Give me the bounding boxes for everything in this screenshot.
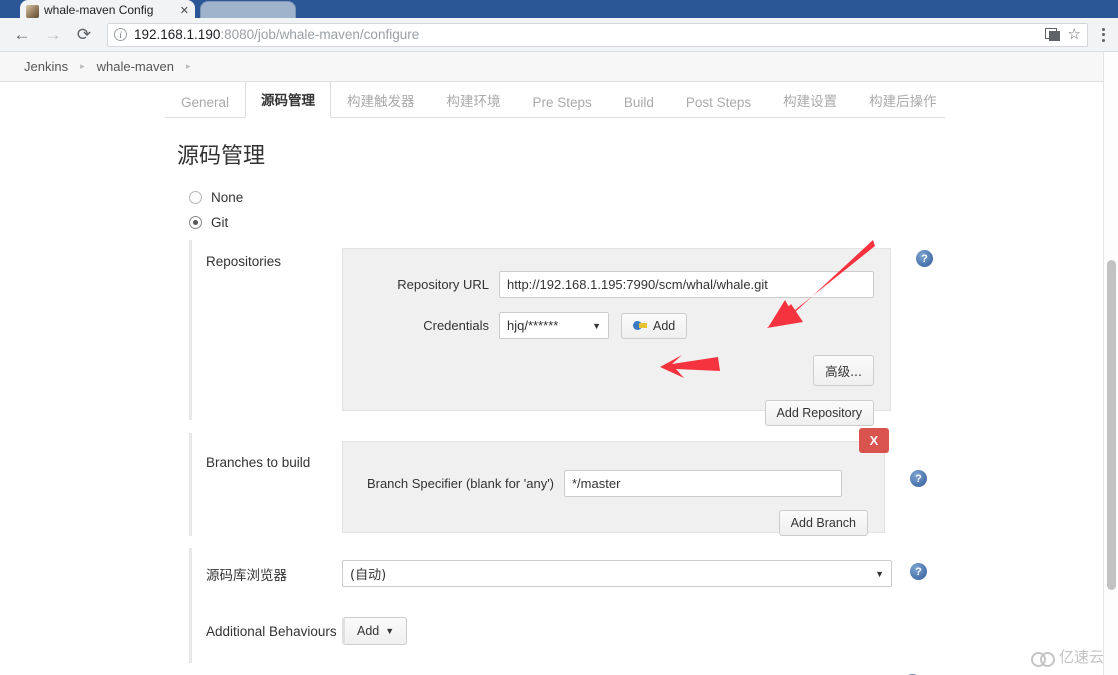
tab-build[interactable]: Build: [608, 87, 670, 118]
help-icon-repositories[interactable]: ?: [916, 250, 933, 267]
radio-icon[interactable]: [189, 191, 202, 204]
repository-group: Repository URL http://192.168.1.195:7990…: [342, 248, 891, 426]
additional-behaviours-add-label: Add: [357, 624, 380, 638]
chevron-down-icon: ▼: [385, 626, 395, 636]
breadcrumb-item-whale-maven[interactable]: whale-maven: [87, 59, 184, 74]
help-icon-repository-browser[interactable]: ?: [910, 563, 927, 580]
add-repository-button[interactable]: Add Repository: [764, 400, 874, 426]
radio-label-git: Git: [211, 215, 229, 230]
breadcrumb-item-jenkins[interactable]: Jenkins: [14, 59, 78, 74]
radio-scm-none[interactable]: None: [189, 190, 945, 205]
radio-label-none: None: [211, 190, 244, 205]
section-repositories: Repositories Repository URL http://192.1…: [189, 240, 945, 426]
tab-post-steps[interactable]: Post Steps: [670, 87, 767, 118]
scm-panel: 源码管理 None Git Repositories Repository UR…: [165, 118, 945, 675]
browser-tab-whale-maven-config[interactable]: whale-maven Config ✕: [20, 0, 195, 18]
help-icon-branches[interactable]: ?: [910, 470, 927, 487]
radio-icon-selected[interactable]: [189, 216, 202, 229]
tab-build-settings[interactable]: 构建设置: [767, 82, 853, 118]
browser-tab-title: whale-maven Config: [44, 3, 154, 17]
add-branch-button[interactable]: Add Branch: [778, 510, 868, 536]
row-add-branch: Add Branch: [359, 510, 868, 536]
address-bar-actions: ☆: [1037, 27, 1081, 42]
browser-tabstrip: whale-maven Config ✕: [0, 0, 1118, 18]
page-title: 源码管理: [177, 144, 266, 169]
close-icon[interactable]: ✕: [180, 4, 189, 18]
chevron-down-icon: ▼: [592, 320, 601, 331]
section-label-branches: Branches to build: [206, 455, 311, 470]
label-credentials: Credentials: [423, 318, 489, 333]
page-scrollbar[interactable]: [1103, 52, 1118, 675]
scrollbar-thumb[interactable]: [1107, 260, 1116, 590]
row-add-repository: Add Repository: [359, 400, 874, 426]
credentials-value: hjq/******: [507, 318, 559, 333]
add-credentials-label: Add: [653, 318, 676, 333]
page-content: General 源码管理 构建触发器 构建环境 Pre Steps Build …: [0, 81, 1118, 675]
site-info-icon[interactable]: i: [114, 28, 127, 41]
tab-build-triggers[interactable]: 构建触发器: [331, 82, 431, 118]
section-repository-browser: 源码库浏览器 (自动) ▼ ? Additional Behaviours Ad…: [189, 548, 945, 663]
breadcrumb: Jenkins ▸ whale-maven ▸: [0, 52, 1118, 82]
repositories-body: Repository URL http://192.168.1.195:7990…: [342, 240, 951, 426]
row-additional-behaviours: Additional Behaviours Add ▼: [192, 599, 945, 663]
reload-icon[interactable]: ⟳: [70, 21, 98, 49]
branches-body: Branch Specifier (blank for 'any') */mas…: [342, 428, 945, 536]
delete-branch-button[interactable]: X: [859, 428, 889, 453]
tab-build-environment[interactable]: 构建环境: [431, 82, 517, 118]
address-bar-url: 192.168.1.190:8080/job/whale-maven/confi…: [134, 27, 419, 42]
credentials-select[interactable]: hjq/****** ▼: [499, 312, 609, 339]
watermark: 亿速云: [1030, 646, 1104, 667]
config-tabbar: General 源码管理 构建触发器 构建环境 Pre Steps Build …: [165, 81, 945, 118]
additional-behaviours-add-button[interactable]: Add ▼: [342, 617, 408, 645]
row-advanced: 高级...: [359, 355, 874, 386]
advanced-button[interactable]: 高级...: [813, 355, 874, 386]
tab-pre-steps[interactable]: Pre Steps: [517, 87, 608, 118]
row-repository-url: Repository URL http://192.168.1.195:7990…: [359, 271, 874, 298]
repository-browser-select[interactable]: (自动) ▼: [342, 560, 892, 587]
label-repository-url: Repository URL: [397, 277, 489, 292]
cloud-icon: [1030, 649, 1055, 667]
section-label-repositories: Repositories: [206, 254, 282, 269]
repository-url-input[interactable]: http://192.168.1.195:7990/scm/whal/whale…: [499, 271, 874, 298]
browser-toolbar: ← → ⟳ i 192.168.1.190:8080/job/whale-mav…: [0, 18, 1118, 52]
label-repository-browser: 源码库浏览器: [206, 567, 287, 584]
back-icon[interactable]: ←: [8, 21, 36, 49]
row-branch-specifier: Branch Specifier (blank for 'any') */mas…: [359, 470, 868, 497]
breadcrumb-separator-icon[interactable]: ▸: [186, 61, 191, 72]
repository-browser-body: 源码库浏览器 (自动) ▼ ? Additional Behaviours Ad…: [192, 548, 945, 663]
bookmark-star-icon[interactable]: ☆: [1068, 27, 1081, 42]
tab-source-code-management[interactable]: 源码管理: [245, 81, 332, 118]
key-icon: [633, 320, 647, 331]
label-branch-specifier: Branch Specifier (blank for 'any'): [366, 476, 554, 491]
branch-group: Branch Specifier (blank for 'any') */mas…: [342, 428, 889, 536]
breadcrumb-separator-icon: ▸: [80, 61, 85, 71]
address-bar[interactable]: i 192.168.1.190:8080/job/whale-maven/con…: [107, 22, 1088, 47]
forward-icon[interactable]: →: [39, 21, 67, 49]
url-host: 192.168.1.190: [134, 27, 221, 42]
translate-icon[interactable]: [1044, 28, 1060, 41]
row-credentials: Credentials hjq/****** ▼ Add: [359, 312, 874, 339]
tab-post-build-actions[interactable]: 构建后操作: [853, 82, 953, 118]
favicon-icon: [26, 5, 39, 18]
add-credentials-button[interactable]: Add: [621, 312, 688, 339]
row-repository-browser: 源码库浏览器 (自动) ▼: [192, 548, 945, 599]
repository-browser-value: (自动): [350, 568, 387, 583]
chevron-down-icon: ▼: [875, 568, 884, 579]
url-path: :8080/job/whale-maven/configure: [220, 27, 420, 42]
watermark-text: 亿速云: [1058, 648, 1104, 666]
kebab-menu-icon[interactable]: [1097, 27, 1110, 42]
label-additional-behaviours: Additional Behaviours: [206, 623, 337, 639]
section-branches: Branches to build Branch Specifier (blan…: [189, 428, 945, 536]
tab-general[interactable]: General: [165, 87, 245, 118]
radio-scm-git[interactable]: Git: [189, 215, 945, 230]
browser-tab-inactive[interactable]: [200, 1, 296, 18]
branch-specifier-input[interactable]: */master: [564, 470, 842, 497]
jenkins-page: Jenkins ▸ whale-maven ▸ General 源码管理 构建触…: [0, 52, 1118, 675]
